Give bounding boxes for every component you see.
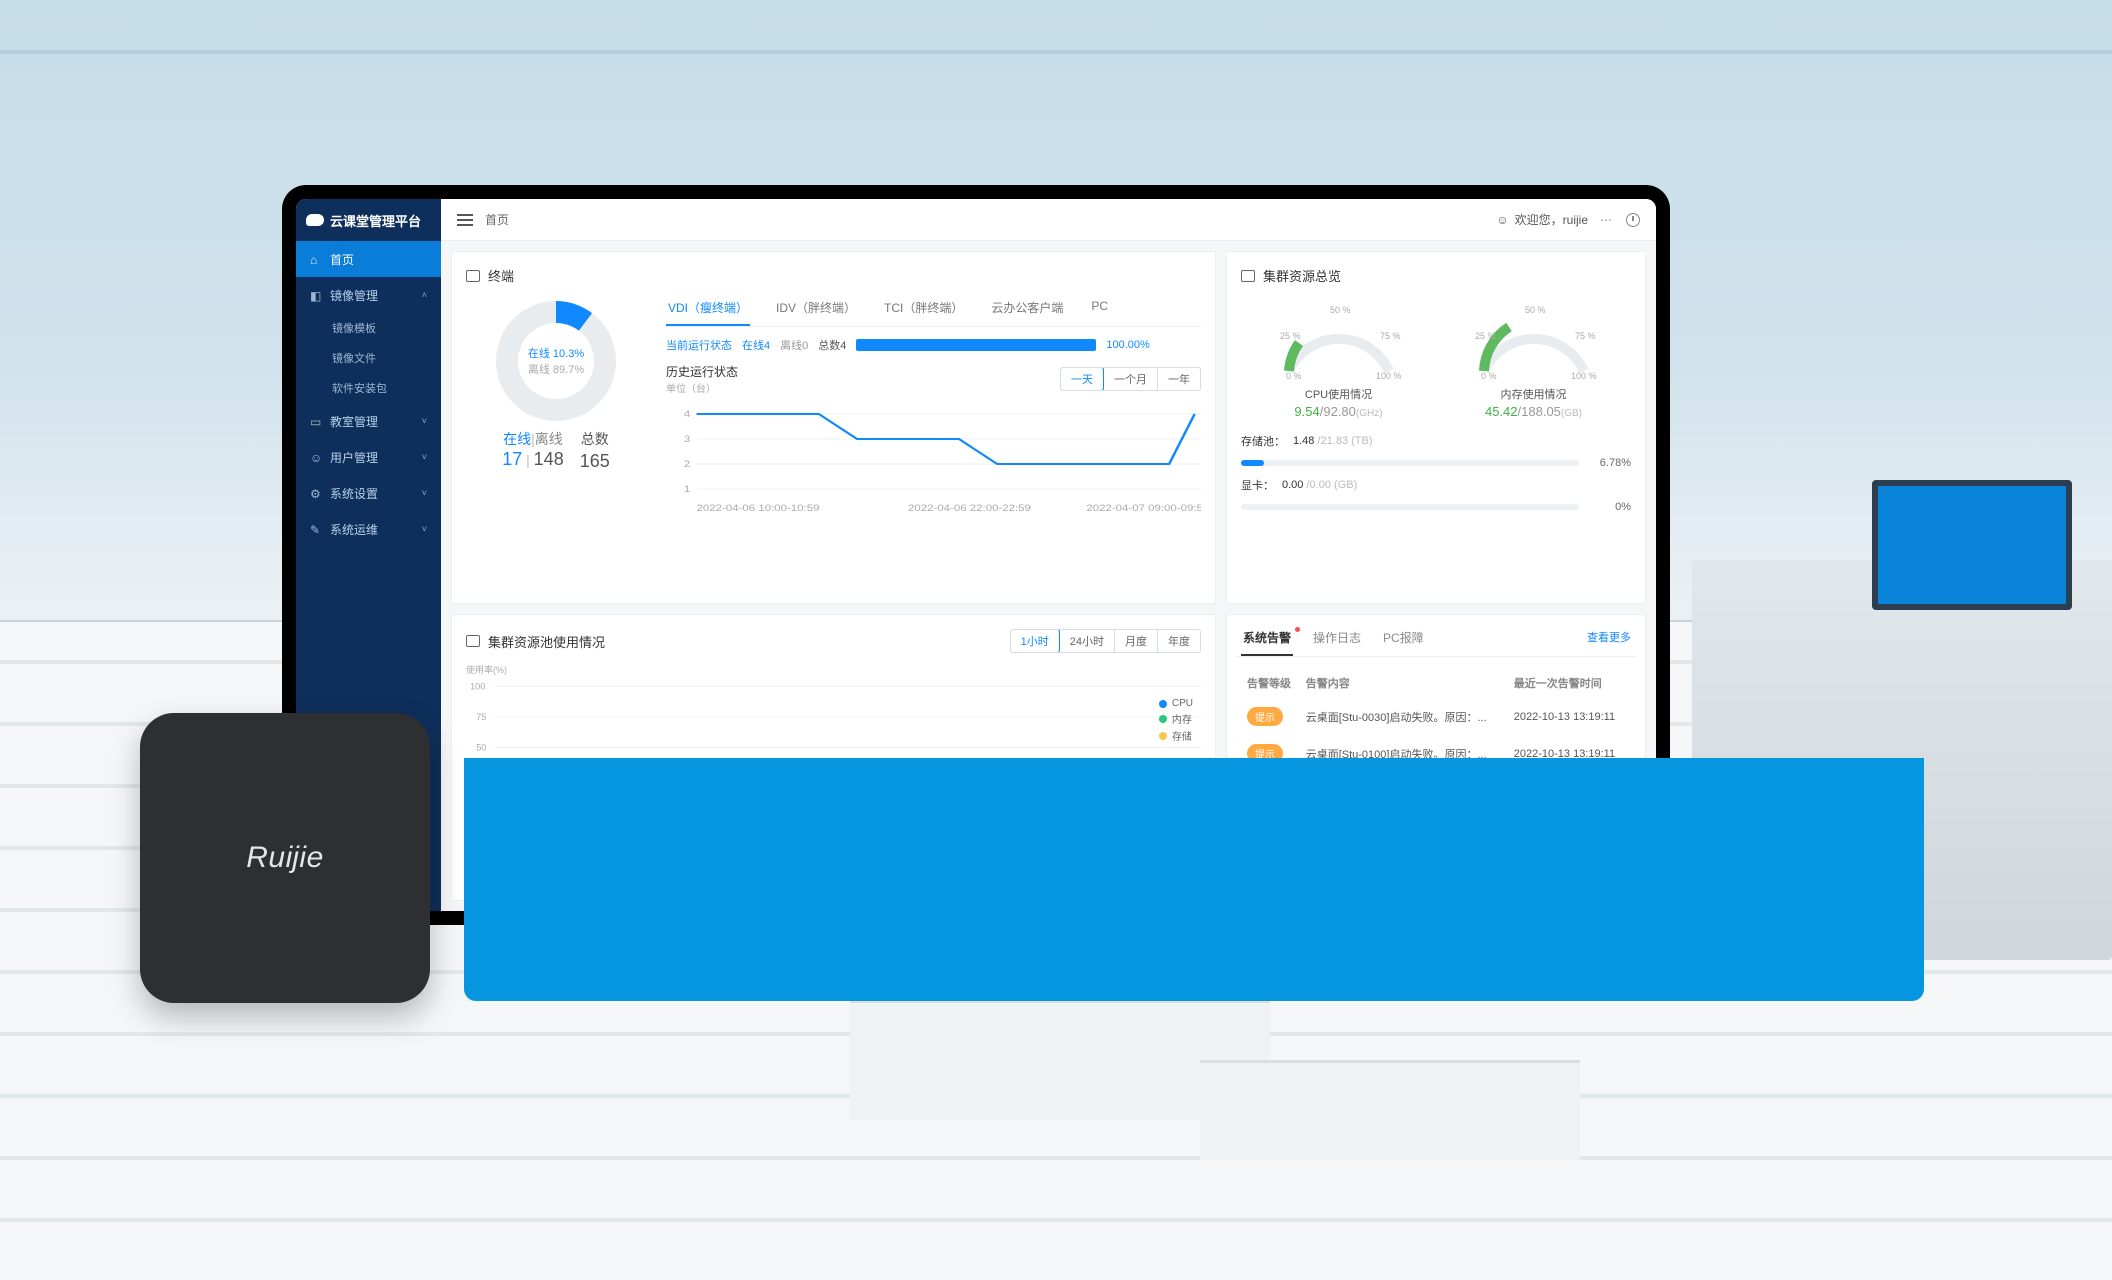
mem-gauge: 0 %25 % 50 %75 % 100 % 内存使用情况 45.42/188.… (1469, 301, 1599, 419)
svg-text:50 %: 50 % (1525, 305, 1546, 315)
range-1h[interactable]: 1小时 (1010, 629, 1060, 653)
device-brand-logo: Ruĳie (246, 841, 324, 875)
wrench-icon: ✎ (310, 523, 322, 535)
svg-text:25 %: 25 % (1280, 331, 1301, 341)
monitor-icon (466, 270, 480, 282)
gpu-row: 显卡： 0.00 /0.00 (GB) (1241, 473, 1631, 497)
svg-text:100: 100 (470, 681, 485, 691)
chevron-down-icon: ˅ (422, 524, 427, 534)
tab-idv[interactable]: IDV（胖终端） (774, 295, 858, 326)
usage-title: 集群资源池使用情况 (488, 632, 605, 651)
current-status-row: 当前运行状态 在线4 离线0 总数4 100.00% (666, 337, 1201, 353)
app-title: 云课堂管理平台 (330, 211, 421, 230)
history-line-chart: 4 3 2 1 2022-04-06 10:00-10:59 2022-04-06 … (666, 399, 1201, 519)
chevron-down-icon: ˅ (422, 452, 427, 462)
svg-text:25 %: 25 % (1475, 331, 1496, 341)
svg-text:2022-04-06 10:00-10:59: 2022-04-06 10:00-10:59 (697, 504, 820, 514)
svg-text:2022-04-06 22:00-22:59: 2022-04-06 22:00-22:59 (908, 504, 1031, 514)
history-title: 历史运行状态 (666, 363, 738, 380)
chart-icon (466, 635, 480, 647)
range-day[interactable]: 一天 (1060, 367, 1104, 391)
nav-image-label: 镜像管理 (330, 287, 378, 304)
svg-text:50 %: 50 % (1330, 305, 1351, 315)
nav-home[interactable]: ⌂ 首页 (296, 241, 441, 277)
svg-text:75 %: 75 % (1380, 331, 1401, 341)
chevron-down-icon: ˅ (422, 488, 427, 498)
range-year[interactable]: 一年 (1157, 368, 1200, 390)
user-greeting[interactable]: ☺ 欢迎您，ruijie (1496, 211, 1588, 228)
svg-text:75: 75 (476, 712, 486, 722)
svg-text:4: 4 (684, 410, 691, 420)
clock-icon[interactable] (1626, 213, 1640, 227)
svg-text:0 %: 0 % (1286, 371, 1302, 381)
range-month[interactable]: 一个月 (1103, 368, 1157, 390)
svg-text:2022-04-07 09:00-09:59: 2022-04-07 09:00-09:59 (1086, 504, 1201, 514)
topbar: 首页 ☺ 欢迎您，ruijie ⋯ (441, 199, 1656, 241)
image-icon: ◧ (310, 289, 322, 301)
tab-vdi[interactable]: VDI（瘦终端） (666, 295, 750, 326)
terminal-donut-chart: 在线 10.3% 离线 89.7% (496, 301, 616, 421)
nav-home-label: 首页 (330, 251, 354, 268)
terminal-type-tabs: VDI（瘦终端） IDV（胖终端） TCI（胖终端） 云办公客户端 PC (666, 295, 1201, 327)
history-range-segment: 一天 一个月 一年 (1060, 367, 1201, 391)
tab-system-alerts[interactable]: 系统告警 (1241, 625, 1293, 656)
app-logo: 云课堂管理平台 (296, 199, 441, 241)
nav-image-mgmt[interactable]: ◧ 镜像管理 ˄ (296, 277, 441, 313)
level-badge: 提示 (1247, 707, 1283, 726)
svg-text:0 %: 0 % (1481, 371, 1497, 381)
user-icon: ☺ (310, 451, 322, 463)
tab-op-logs[interactable]: 操作日志 (1311, 625, 1363, 656)
nav-settings[interactable]: ⚙ 系统设置 ˅ (296, 475, 441, 511)
range-month[interactable]: 月度 (1114, 630, 1157, 652)
tab-cloud-client[interactable]: 云办公客户端 (989, 295, 1065, 326)
cpu-gauge: 0 %25 % 50 %75 % 100 % CPU使用情况 9.54/92.8… (1274, 301, 1404, 419)
nav-ops[interactable]: ✎ 系统运维 ˅ (296, 511, 441, 547)
svg-text:1: 1 (684, 485, 691, 495)
range-24h[interactable]: 24小时 (1059, 630, 1114, 652)
chevron-up-icon: ˄ (422, 290, 427, 300)
gear-icon: ⚙ (310, 487, 322, 499)
nav-software-pkg[interactable]: 软件安装包 (296, 373, 441, 403)
tab-pc[interactable]: PC (1089, 295, 1110, 326)
tab-tci[interactable]: TCI（胖终端） (882, 295, 965, 326)
usage-legend: CPU 内存 存储 (1159, 696, 1193, 745)
table-row[interactable]: 提示 云桌面[Stu-0030]启动失败。原因：... 2022-10-13 1… (1243, 699, 1629, 734)
range-year[interactable]: 年度 (1157, 630, 1200, 652)
cluster-title: 集群资源总览 (1263, 266, 1341, 285)
terminal-counts: 在线|离线 17 | 148 总数 165 (466, 429, 646, 472)
menu-icon[interactable] (457, 219, 473, 221)
cloud-icon (306, 214, 324, 226)
red-dot-icon (1295, 627, 1300, 632)
breadcrumb: 首页 (485, 211, 509, 228)
nav-user[interactable]: ☺ 用户管理 ˅ (296, 439, 441, 475)
person-icon: ☺ (1496, 213, 1508, 227)
svg-text:50: 50 (476, 743, 486, 753)
server-icon (1241, 270, 1255, 282)
hardware-device: Ruĳie (140, 713, 430, 1003)
blue-overlay-banner (464, 758, 1924, 1001)
home-icon: ⌂ (310, 253, 322, 265)
status-progress-bar (856, 339, 1096, 351)
view-more-link[interactable]: 查看更多 (1587, 625, 1631, 656)
classroom-icon: ▭ (310, 415, 322, 427)
terminals-title: 终端 (488, 266, 514, 285)
nav-image-file[interactable]: 镜像文件 (296, 343, 441, 373)
tab-pc-faults[interactable]: PC报障 (1381, 625, 1426, 656)
usage-range-segment: 1小时 24小时 月度 年度 (1010, 629, 1201, 653)
chevron-down-icon: ˅ (422, 416, 427, 426)
cluster-overview-card: 集群资源总览 0 % 25 % 50 % 75 % 100 % (1226, 251, 1646, 604)
nav-image-template[interactable]: 镜像模板 (296, 313, 441, 343)
terminals-card: 终端 在线 10.3% 离线 89.7% (451, 251, 1216, 604)
svg-text:75 %: 75 % (1575, 331, 1596, 341)
nav-classroom[interactable]: ▭ 教室管理 ˅ (296, 403, 441, 439)
svg-text:2: 2 (684, 460, 691, 470)
storage-row: 存储池： 1.48 /21.83 (TB) (1241, 429, 1631, 453)
more-icon[interactable]: ⋯ (1600, 213, 1614, 227)
svg-text:3: 3 (684, 435, 691, 445)
svg-text:100 %: 100 % (1571, 371, 1597, 381)
svg-text:100 %: 100 % (1376, 371, 1402, 381)
